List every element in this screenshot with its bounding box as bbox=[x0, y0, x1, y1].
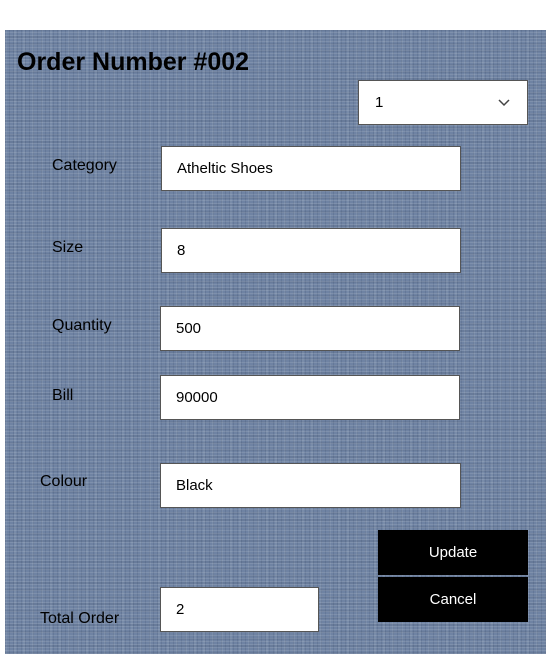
size-input[interactable] bbox=[161, 228, 461, 273]
category-input[interactable] bbox=[161, 146, 461, 191]
quantity-label: Quantity bbox=[52, 317, 112, 334]
category-label: Category bbox=[52, 157, 117, 174]
quantity-input[interactable] bbox=[160, 306, 460, 351]
update-button[interactable]: Update bbox=[378, 530, 528, 575]
total-order-input[interactable] bbox=[160, 587, 319, 632]
page-title: Order Number #002 bbox=[17, 48, 250, 76]
order-select-dropdown[interactable]: 1 bbox=[358, 80, 528, 125]
colour-input[interactable] bbox=[160, 463, 461, 508]
total-order-label: Total Order bbox=[40, 610, 120, 627]
size-label: Size bbox=[52, 239, 84, 256]
cancel-button[interactable]: Cancel bbox=[378, 577, 528, 622]
bill-input[interactable] bbox=[160, 375, 460, 420]
dropdown-selected-value: 1 bbox=[375, 94, 384, 111]
chevron-down-icon bbox=[498, 99, 510, 107]
bill-label: Bill bbox=[52, 387, 74, 404]
colour-label: Colour bbox=[40, 473, 88, 490]
